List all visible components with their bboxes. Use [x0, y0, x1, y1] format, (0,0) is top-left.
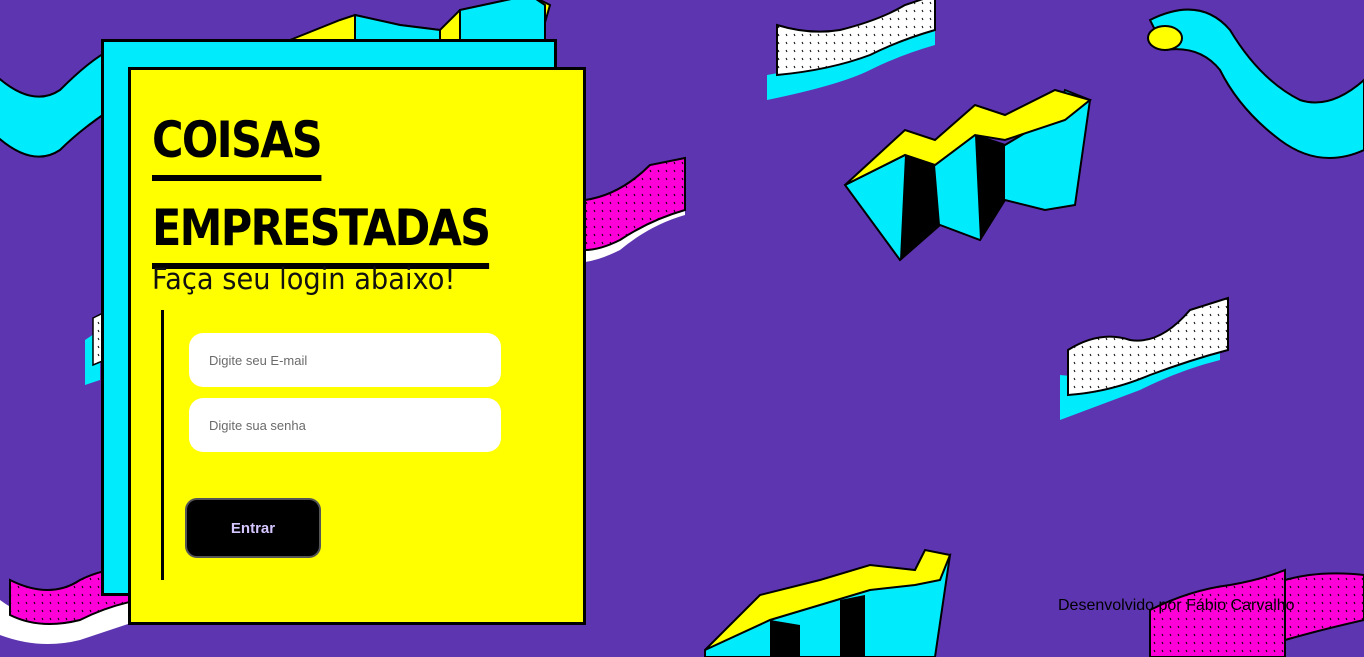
zigzag-block-shape	[289, 0, 552, 41]
form-divider-bar	[161, 310, 164, 580]
login-subtitle: Faça seu login abaixo!	[152, 262, 456, 296]
footer-credit: Desenvolvido por Fábio Carvalho	[1058, 597, 1295, 614]
zigzag-block-shape	[843, 88, 1093, 262]
pink-wave-shape	[1284, 572, 1364, 642]
app-title-line-1: COISAS	[152, 105, 323, 181]
zigzag-block-shape	[704, 548, 952, 657]
cyan-tube-shape	[1148, 8, 1364, 159]
tube-opening-shape	[1147, 25, 1183, 51]
app-title: COISAS EMPRESTADAS	[152, 98, 491, 271]
cyan-tube-shape	[0, 48, 111, 158]
login-card: COISAS EMPRESTADAS Faça seu login abaixo…	[128, 67, 586, 625]
password-field[interactable]	[189, 398, 501, 452]
app-title-line-2: EMPRESTADAS	[152, 193, 491, 269]
login-button[interactable]: Entrar	[185, 498, 321, 558]
email-field[interactable]	[189, 333, 501, 387]
